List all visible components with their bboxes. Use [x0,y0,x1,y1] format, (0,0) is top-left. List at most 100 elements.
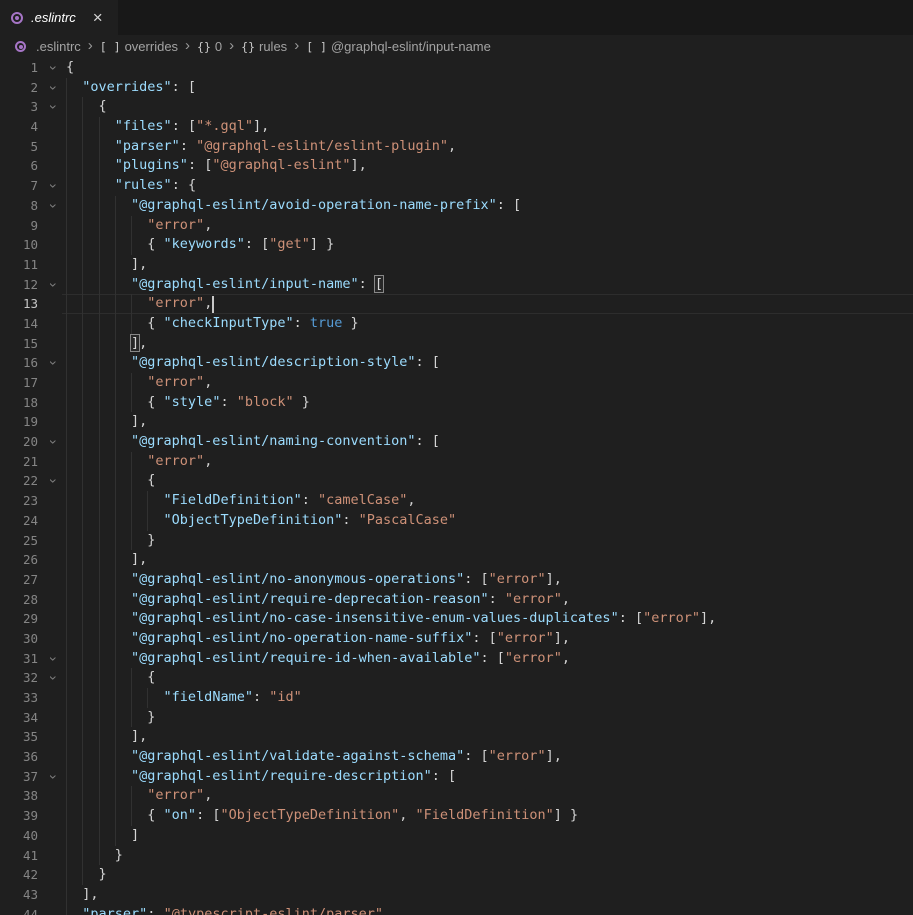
line-number[interactable]: 8 [0,196,38,216]
code-line[interactable]: "@graphql-eslint/avoid-operation-name-pr… [66,196,521,216]
code-line[interactable]: ], [66,727,147,747]
line-number[interactable]: 31 [0,649,38,669]
code-editor[interactable]: 1›{2› "overrides": [3› {4 "files": ["*.g… [0,58,913,915]
code-line[interactable]: "@graphql-eslint/no-anonymous-operations… [66,570,562,590]
code-line[interactable]: } [66,708,155,728]
line-number[interactable]: 7 [0,176,38,196]
line-number[interactable]: 30 [0,629,38,649]
line-number[interactable]: 5 [0,137,38,157]
line-number[interactable]: 32 [0,668,38,688]
code-line[interactable]: "@graphql-eslint/require-description": [ [66,767,456,787]
breadcrumb-item--eslintrc[interactable]: .eslintrc [14,39,81,54]
breadcrumb-item-overrides[interactable]: [ ]overrides [100,39,178,54]
code-line[interactable]: "overrides": [ [66,78,196,98]
code-line[interactable]: { [66,97,107,117]
breadcrumb-item-rules[interactable]: {}rules [241,39,287,54]
line-number[interactable]: 36 [0,747,38,767]
line-number[interactable]: 11 [0,255,38,275]
code-line[interactable]: } [66,865,107,885]
line-number[interactable]: 21 [0,452,38,472]
code-line[interactable]: ], [66,885,99,905]
line-number[interactable]: 26 [0,550,38,570]
code-line[interactable]: ], [66,550,147,570]
tab-eslintrc[interactable]: .eslintrc × [0,0,118,35]
line-number[interactable]: 14 [0,314,38,334]
line-number[interactable]: 1 [0,58,38,78]
code-line[interactable]: { [66,471,155,491]
line-number[interactable]: 24 [0,511,38,531]
line-number[interactable]: 9 [0,216,38,236]
line-number[interactable]: 40 [0,826,38,846]
code-line[interactable]: "error", [66,452,212,472]
line-number[interactable]: 16 [0,353,38,373]
code-line[interactable]: } [66,846,123,866]
line-number[interactable]: 43 [0,885,38,905]
line-number[interactable]: 28 [0,590,38,610]
code-line[interactable]: "@graphql-eslint/require-id-when-availab… [66,649,570,669]
line-number[interactable]: 15 [0,334,38,354]
line-number[interactable]: 38 [0,786,38,806]
line-number[interactable]: 22 [0,471,38,491]
line-number[interactable]: 3 [0,97,38,117]
code-line[interactable]: "plugins": ["@graphql-eslint"], [66,156,367,176]
line-number[interactable]: 17 [0,373,38,393]
code-line[interactable]: "@graphql-eslint/no-case-insensitive-enu… [66,609,716,629]
code-line[interactable]: "parser": "@graphql-eslint/eslint-plugin… [66,137,456,157]
code-line[interactable]: "ObjectTypeDefinition": "PascalCase" [66,511,456,531]
line-number[interactable]: 33 [0,688,38,708]
line-number[interactable]: 18 [0,393,38,413]
breadcrumb-item--graphql-eslint-input-name[interactable]: [ ]@graphql-eslint/input-name [306,39,491,54]
line-number[interactable]: 4 [0,117,38,137]
code-line[interactable]: "fieldName": "id" [66,688,302,708]
line-number[interactable]: 10 [0,235,38,255]
code-line[interactable]: "error", [66,216,212,236]
code-line[interactable]: } [66,531,155,551]
code-line[interactable]: "parser": "@typescript-eslint/parser", [66,905,391,915]
code-line[interactable]: "error", [66,786,212,806]
line-number[interactable]: 29 [0,609,38,629]
code-line[interactable]: "error", [66,373,212,393]
fold-chevron-down-icon[interactable]: › [42,668,64,688]
fold-chevron-down-icon[interactable]: › [42,353,64,373]
code-line[interactable]: "@graphql-eslint/require-deprecation-rea… [66,590,570,610]
fold-chevron-down-icon[interactable]: › [42,432,64,452]
line-number[interactable]: 25 [0,531,38,551]
line-number[interactable]: 37 [0,767,38,787]
line-number[interactable]: 23 [0,491,38,511]
line-number[interactable]: 39 [0,806,38,826]
line-number[interactable]: 44 [0,905,38,915]
fold-chevron-down-icon[interactable]: › [42,649,64,669]
line-number[interactable]: 19 [0,412,38,432]
code-line[interactable]: ] [66,826,139,846]
code-line[interactable]: ], [66,334,147,354]
code-line[interactable]: { [66,58,74,78]
fold-chevron-down-icon[interactable]: › [42,471,64,491]
line-number[interactable]: 6 [0,156,38,176]
line-number[interactable]: 35 [0,727,38,747]
code-line[interactable]: "@graphql-eslint/no-operation-name-suffi… [66,629,570,649]
line-number[interactable]: 34 [0,708,38,728]
fold-chevron-down-icon[interactable]: › [42,767,64,787]
fold-chevron-down-icon[interactable]: › [42,275,64,295]
line-number[interactable]: 20 [0,432,38,452]
fold-chevron-down-icon[interactable]: › [42,97,64,117]
code-line[interactable]: "files": ["*.gql"], [66,117,269,137]
code-line[interactable]: "rules": { [66,176,196,196]
code-line[interactable]: "error", [66,294,212,314]
code-line[interactable]: "@graphql-eslint/input-name": [ [66,275,383,295]
line-number[interactable]: 42 [0,865,38,885]
line-number[interactable]: 13 [0,294,38,314]
code-line[interactable]: "@graphql-eslint/validate-against-schema… [66,747,562,767]
fold-chevron-down-icon[interactable]: › [42,78,64,98]
line-number[interactable]: 27 [0,570,38,590]
code-line[interactable]: { "checkInputType": true } [66,314,359,334]
fold-chevron-down-icon[interactable]: › [42,196,64,216]
line-number[interactable]: 12 [0,275,38,295]
code-line[interactable]: "@graphql-eslint/naming-convention": [ [66,432,440,452]
breadcrumb-item-0[interactable]: {}0 [197,39,222,54]
code-line[interactable]: { [66,668,155,688]
code-line[interactable]: ], [66,255,147,275]
code-line[interactable]: { "style": "block" } [66,393,310,413]
code-line[interactable]: ], [66,412,147,432]
code-line[interactable]: "@graphql-eslint/description-style": [ [66,353,440,373]
